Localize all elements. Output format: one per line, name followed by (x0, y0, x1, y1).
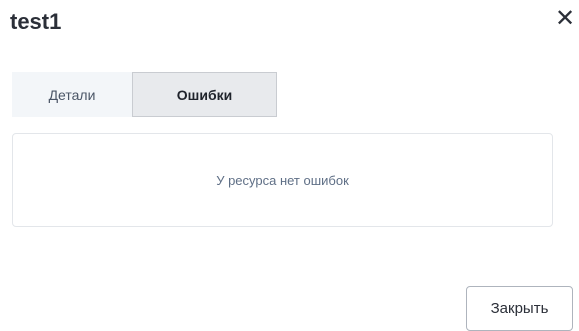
tab-bar: Детали Ошибки (12, 72, 277, 117)
empty-state-message: У ресурса нет ошибок (216, 172, 349, 188)
tab-errors[interactable]: Ошибки (132, 72, 277, 117)
errors-panel: У ресурса нет ошибок (12, 133, 553, 227)
close-button[interactable]: Закрыть (466, 286, 573, 331)
close-icon[interactable]: ✕ (554, 6, 576, 32)
dialog-title: test1 (10, 9, 62, 34)
resource-dialog: test1 ✕ Детали Ошибки У ресурса нет ошиб… (0, 0, 579, 331)
tab-details[interactable]: Детали (12, 72, 132, 117)
